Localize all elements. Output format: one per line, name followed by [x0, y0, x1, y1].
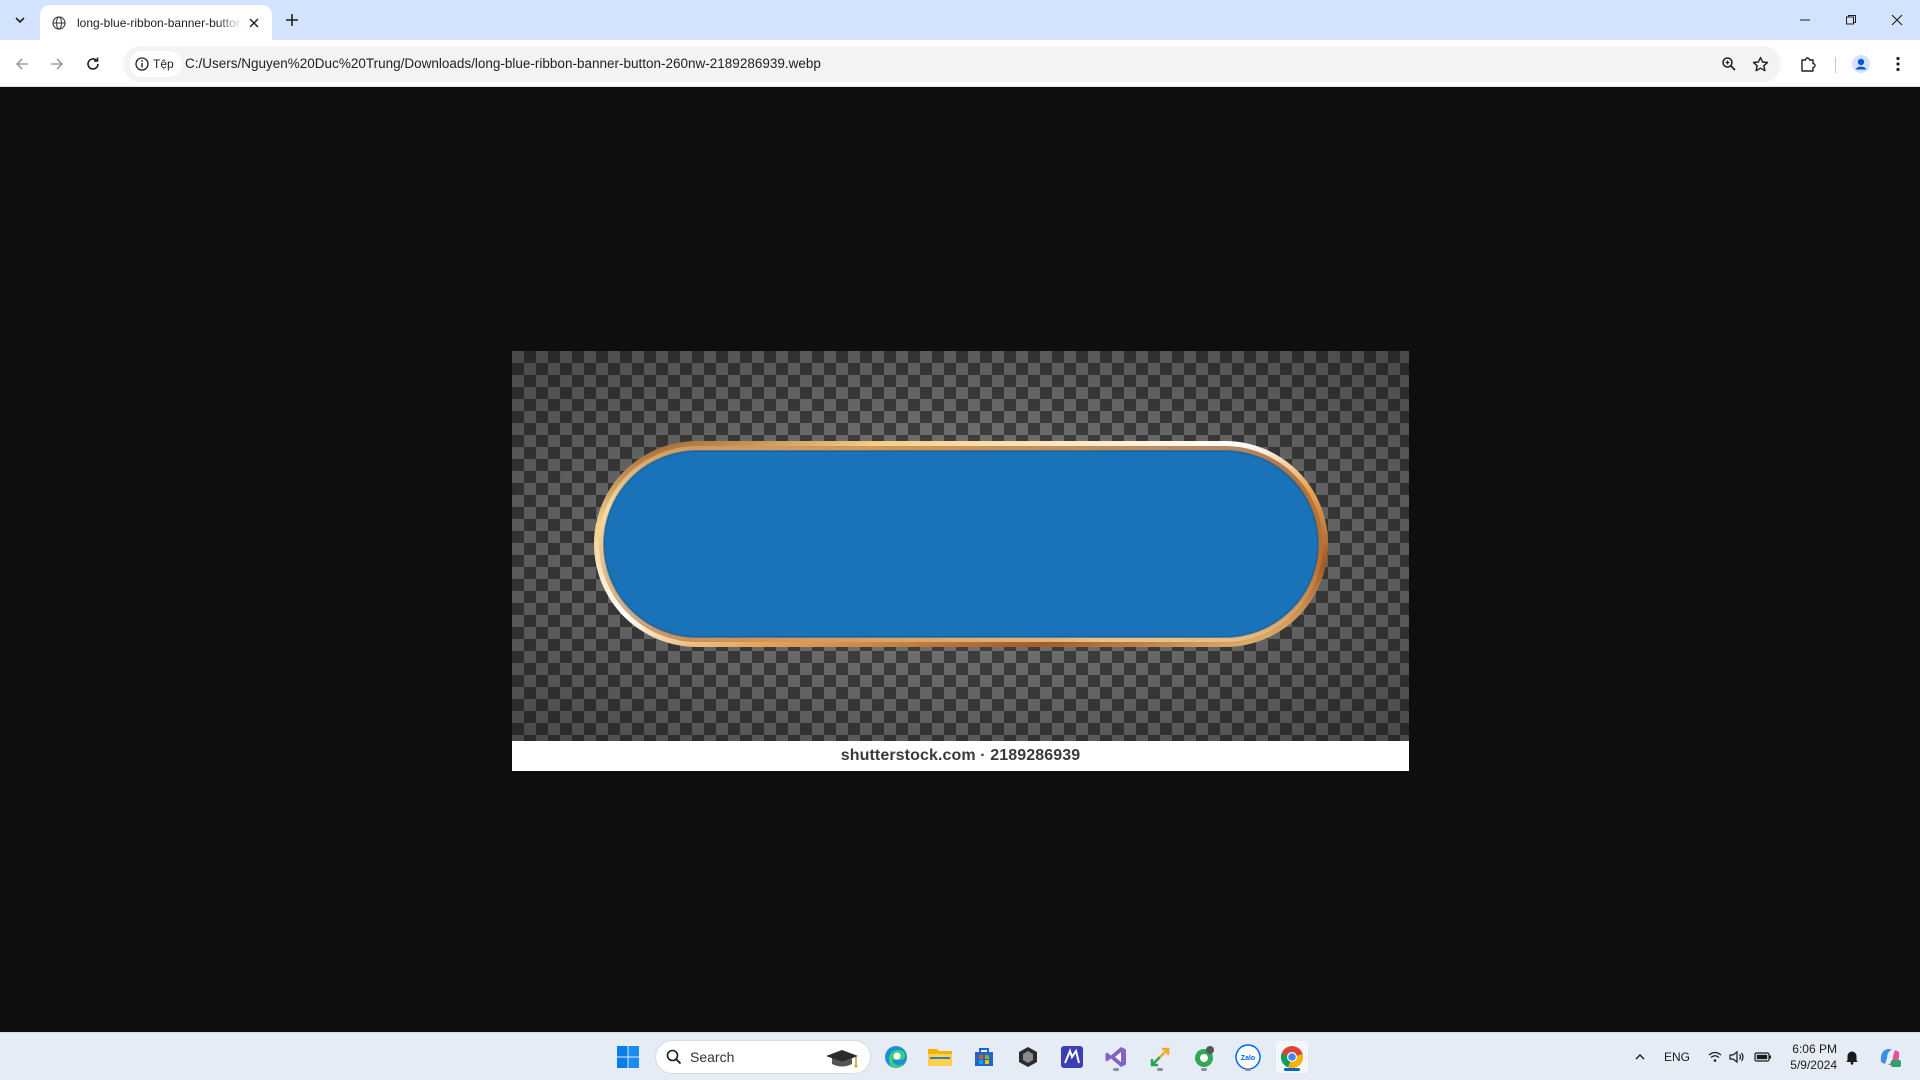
- site-info-chip[interactable]: Tệp: [129, 51, 182, 77]
- windows-logo-icon: [617, 1046, 639, 1068]
- profile-button[interactable]: [1847, 50, 1875, 78]
- bookmark-star-icon[interactable]: [1748, 52, 1772, 76]
- zalo-label: Zalo: [1241, 1055, 1255, 1062]
- file-explorer-button[interactable]: [924, 1041, 956, 1073]
- blue-ribbon-banner: [594, 441, 1328, 647]
- new-tab-button[interactable]: [280, 8, 304, 32]
- store-icon: [975, 1048, 993, 1066]
- ribbon-fill: [604, 451, 1318, 637]
- search-placeholder: Search: [690, 1049, 735, 1065]
- more-vertical-icon: [1896, 56, 1900, 72]
- tab-search-button[interactable]: [8, 8, 32, 32]
- image-viewer: shutterstock.com · 2189286939: [0, 88, 1920, 1032]
- globe-icon: [51, 15, 67, 31]
- back-button[interactable]: [8, 50, 36, 78]
- avatar-icon: [1852, 55, 1870, 73]
- clock-time[interactable]: 6:06 PM: [1791, 1042, 1837, 1056]
- forward-button[interactable]: [43, 50, 71, 78]
- address-bar[interactable]: Tệp C:/Users/Nguyen%20Duc%20Trung/Downlo…: [123, 46, 1781, 82]
- taskbar-search[interactable]: Search: [655, 1040, 871, 1074]
- clock-date[interactable]: 5/9/2024: [1784, 1058, 1837, 1072]
- close-icon: [1891, 14, 1903, 26]
- running-indicator: [1157, 1068, 1163, 1071]
- show-hidden-icons-button[interactable]: [1630, 1047, 1650, 1067]
- close-icon: [249, 18, 259, 28]
- restore-icon: [1846, 15, 1856, 25]
- toolbar-separator: [1835, 57, 1836, 73]
- notification-bell-icon[interactable]: [1842, 1047, 1862, 1067]
- arrow-left-icon: [15, 58, 28, 70]
- edge-button[interactable]: [880, 1041, 912, 1073]
- tab-title: long-blue-ribbon-banner-button-260nw-218…: [77, 15, 242, 30]
- zoom-icon[interactable]: [1717, 52, 1741, 76]
- reload-icon: [87, 57, 99, 70]
- visual-studio-icon: [1105, 1047, 1126, 1067]
- watermark-bar: shutterstock.com · 2189286939: [512, 741, 1409, 771]
- app-green-button[interactable]: [1188, 1041, 1220, 1073]
- chevron-down-icon: [15, 17, 25, 24]
- app-green-icon: [1195, 1046, 1214, 1067]
- unity-button[interactable]: [1012, 1041, 1044, 1073]
- wifi-icon[interactable]: [1705, 1047, 1725, 1067]
- language-indicator[interactable]: ENG: [1664, 1050, 1690, 1064]
- reload-button[interactable]: [79, 50, 107, 78]
- unity-icon: [1019, 1047, 1037, 1067]
- active-indicator: [1284, 1068, 1300, 1071]
- chevron-up-icon: [1635, 1054, 1645, 1060]
- watermark-text: shutterstock.com · 2189286939: [840, 747, 1081, 764]
- app-m-icon: [1061, 1046, 1083, 1068]
- extensions-button[interactable]: [1794, 50, 1822, 78]
- restore-button[interactable]: [1828, 0, 1874, 40]
- zalo-button[interactable]: Zalo: [1232, 1041, 1264, 1073]
- menu-button[interactable]: [1884, 50, 1912, 78]
- info-icon: [135, 57, 149, 71]
- edge-icon: [885, 1046, 907, 1068]
- windows-taskbar: Search Zalo ENG 6:06 PM 5/9/2024: [0, 1032, 1920, 1080]
- app-arrows-icon: [1150, 1047, 1170, 1067]
- visual-studio-button[interactable]: [1100, 1041, 1132, 1073]
- running-indicator: [1245, 1068, 1251, 1071]
- microsoft-store-button[interactable]: [968, 1041, 1000, 1073]
- chrome-icon: [1280, 1046, 1303, 1069]
- chrome-button[interactable]: [1276, 1041, 1308, 1073]
- volume-icon[interactable]: [1727, 1047, 1747, 1067]
- zalo-icon: Zalo: [1235, 1044, 1261, 1070]
- tab-close-button[interactable]: [244, 13, 264, 33]
- running-indicator: [1113, 1068, 1119, 1071]
- minimize-icon: [1800, 19, 1810, 21]
- running-indicator: [1201, 1068, 1207, 1071]
- tab-strip: long-blue-ribbon-banner-button-260nw-218…: [0, 0, 1920, 40]
- copilot-icon[interactable]: [1877, 1045, 1903, 1069]
- site-info-label: Tệp: [153, 57, 174, 71]
- graduation-cap-icon: [826, 1050, 858, 1068]
- app-m-button[interactable]: [1056, 1041, 1088, 1073]
- browser-toolbar: Tệp C:/Users/Nguyen%20Duc%20Trung/Downlo…: [0, 40, 1920, 87]
- minimize-button[interactable]: [1782, 0, 1828, 40]
- arrow-right-icon: [51, 58, 64, 70]
- battery-icon[interactable]: [1753, 1047, 1773, 1067]
- plus-icon: [286, 14, 298, 26]
- start-button[interactable]: [612, 1041, 644, 1073]
- tab-active[interactable]: long-blue-ribbon-banner-button-260nw-218…: [40, 5, 272, 40]
- close-window-button[interactable]: [1874, 0, 1920, 40]
- folder-icon: [928, 1049, 952, 1066]
- app-arrows-button[interactable]: [1144, 1041, 1176, 1073]
- puzzle-icon: [1801, 57, 1816, 72]
- url-text[interactable]: C:/Users/Nguyen%20Duc%20Trung/Downloads/…: [185, 56, 821, 71]
- displayed-image[interactable]: shutterstock.com · 2189286939: [512, 351, 1409, 771]
- search-icon: [666, 1049, 682, 1065]
